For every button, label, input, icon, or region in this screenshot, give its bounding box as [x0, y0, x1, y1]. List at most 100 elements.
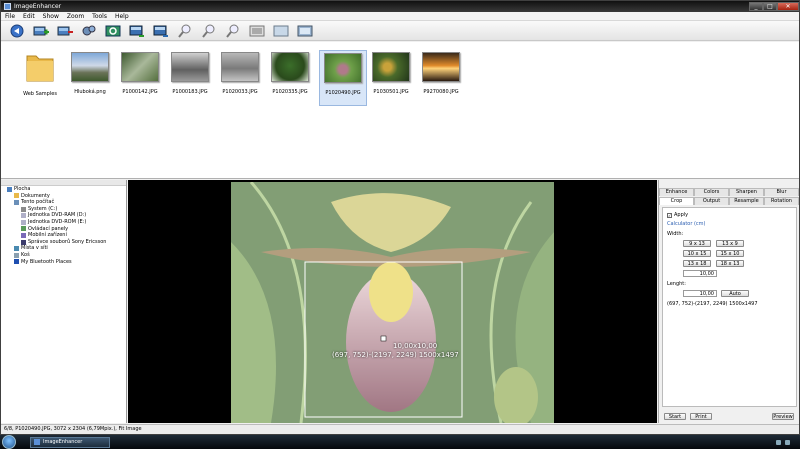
thumbnail-image: [422, 52, 460, 82]
tree-item-label: Jednotka DVD-RAM (D:): [28, 212, 87, 219]
image-viewer[interactable]: 10,00x10,00 (697, 752)-(2197, 2249) 1500…: [128, 180, 657, 423]
thumbnail-gallery: Web Samples Hluboká.png P1000142.JPG P10…: [1, 42, 799, 179]
tab-crop[interactable]: Crop: [659, 197, 694, 205]
dvd-icon: [21, 219, 26, 225]
dvd-icon: [21, 213, 26, 219]
refresh-button[interactable]: [103, 22, 123, 39]
menu-help[interactable]: Help: [115, 13, 129, 20]
tree-item[interactable]: Správce souborů Sony Ericsson: [1, 239, 126, 246]
toolbar: [1, 21, 799, 41]
length-row: 10,00 Auto: [683, 290, 792, 297]
tree-item[interactable]: Koš: [1, 252, 126, 259]
menu-tools[interactable]: Tools: [92, 13, 107, 20]
thumbnail-item[interactable]: Hluboká.png: [66, 50, 114, 106]
thumbnail-item[interactable]: P1030501.JPG: [367, 50, 415, 106]
taskbar-item-imageenhancer[interactable]: ImageEnhancer: [30, 436, 110, 448]
thumbnail-label: P9270080.JPG: [423, 89, 459, 95]
folder-tree: Plocha Dokumenty Tento počítač System (C:) J…: [1, 180, 127, 423]
preset-13x18-button[interactable]: 13 x 18: [683, 260, 711, 267]
tree-item[interactable]: Místa v síti: [1, 245, 126, 252]
preset-10x15-button[interactable]: 10 x 15: [683, 250, 711, 257]
zoom-fit-icon: [226, 24, 239, 38]
preset-18x13-button[interactable]: 18 x 13: [716, 260, 744, 267]
thumbnail-label: P1020033.JPG: [222, 89, 258, 95]
crop-tab-content: ✓ Apply Calculator (cm) Width: 9 x 13 13…: [662, 207, 797, 407]
tree-item[interactable]: Plocha: [1, 186, 126, 193]
network-icon: [14, 246, 19, 252]
slideshow-icon: [297, 25, 313, 36]
preset-9x13-button[interactable]: 9 x 13: [683, 240, 711, 247]
close-button[interactable]: ✕: [777, 1, 799, 11]
thumbnail-item[interactable]: P1020335.JPG: [266, 50, 314, 106]
apply-label: Apply: [674, 212, 689, 218]
tree-item[interactable]: My Bluetooth Places: [1, 259, 126, 266]
zoom-actual-button[interactable]: [247, 22, 267, 39]
length-input[interactable]: 10,00: [683, 290, 717, 297]
menu-zoom[interactable]: Zoom: [67, 13, 84, 20]
zoom-out-button[interactable]: [199, 22, 219, 39]
export-button[interactable]: [151, 22, 171, 39]
bluetooth-icon: [14, 259, 19, 265]
start-button[interactable]: Start: [664, 413, 686, 420]
network-icon[interactable]: [776, 439, 781, 445]
tab-rotation[interactable]: Rotation: [764, 197, 799, 205]
tree-item[interactable]: Dokumenty: [1, 193, 126, 200]
tree-item-label: Plocha: [14, 186, 31, 192]
thumbnail-item[interactable]: P1000183.JPG: [166, 50, 214, 106]
back-button[interactable]: [7, 22, 27, 39]
slideshow-button[interactable]: [295, 22, 315, 39]
thumbnail-item[interactable]: P1020033.JPG: [216, 50, 264, 106]
tab-colors[interactable]: Colors: [694, 188, 729, 196]
drive-icon: [21, 206, 26, 212]
tab-sharpen[interactable]: Sharpen: [729, 188, 764, 196]
taskbar: ImageEnhancer: [0, 435, 800, 449]
tree-item[interactable]: Tento počítač: [1, 199, 126, 206]
zoom-fit-button[interactable]: [223, 22, 243, 39]
zoom-in-icon: [178, 24, 191, 38]
width-input[interactable]: 10,00: [683, 270, 717, 277]
menu-file[interactable]: File: [5, 13, 15, 20]
refresh-icon: [105, 25, 121, 36]
tab-enhance[interactable]: Enhance: [659, 188, 694, 196]
panel-actions: Start Print Preview: [662, 413, 797, 421]
preset-15x10-button[interactable]: 15 x 10: [716, 250, 744, 257]
start-button[interactable]: [2, 435, 16, 449]
tree-item[interactable]: Mobilní zařízení: [1, 232, 126, 239]
thumbnail-item[interactable]: Web Samples: [16, 50, 64, 106]
print-button[interactable]: Print: [690, 413, 712, 420]
length-label: Lenght:: [667, 281, 686, 287]
settings-button[interactable]: [79, 22, 99, 39]
menu-show[interactable]: Show: [43, 13, 59, 20]
thumbnail-item[interactable]: P1000142.JPG: [116, 50, 164, 106]
thumbnail-item[interactable]: P9270080.JPG: [417, 50, 465, 106]
tab-blur[interactable]: Blur: [764, 188, 799, 196]
fullscreen-button[interactable]: [271, 22, 291, 39]
auto-button[interactable]: Auto: [721, 290, 749, 297]
thumbnail-item-selected[interactable]: P1020490.JPG: [319, 50, 367, 106]
zoom-in-button[interactable]: [175, 22, 195, 39]
thumbnail-label: Hluboká.png: [74, 89, 106, 95]
back-icon: [10, 24, 24, 37]
tree-item[interactable]: Jednotka DVD-RAM (D:): [1, 212, 126, 219]
crop-size-label: 10,00x10,00: [393, 342, 438, 350]
import-button[interactable]: [127, 22, 147, 39]
volume-icon[interactable]: [785, 439, 790, 445]
apply-checkbox[interactable]: ✓ Apply: [667, 212, 792, 218]
maximize-button[interactable]: □: [763, 1, 777, 11]
menu-bar: File Edit Show Zoom Tools Help: [1, 12, 799, 21]
remove-images-icon: [57, 26, 73, 35]
tab-output[interactable]: Output: [694, 197, 729, 205]
preview-button[interactable]: Preview: [772, 413, 794, 420]
remove-images-button[interactable]: [55, 22, 75, 39]
tree-item[interactable]: System (C:): [1, 206, 126, 213]
tab-resample[interactable]: Resample: [729, 197, 764, 205]
thumbnail-label: P1030501.JPG: [373, 89, 409, 95]
tree-item[interactable]: Jednotka DVD-ROM (E:): [1, 219, 126, 226]
preset-13x9-button[interactable]: 13 x 9: [716, 240, 744, 247]
app-window: ImageEnhancer _ □ ✕ File Edit Show Zoom …: [0, 0, 800, 435]
minimize-button[interactable]: _: [749, 1, 763, 11]
taskbar-item-label: ImageEnhancer: [43, 439, 83, 445]
tree-item-label: Místa v síti: [21, 245, 48, 252]
add-images-button[interactable]: [31, 22, 51, 39]
menu-edit[interactable]: Edit: [23, 13, 35, 20]
